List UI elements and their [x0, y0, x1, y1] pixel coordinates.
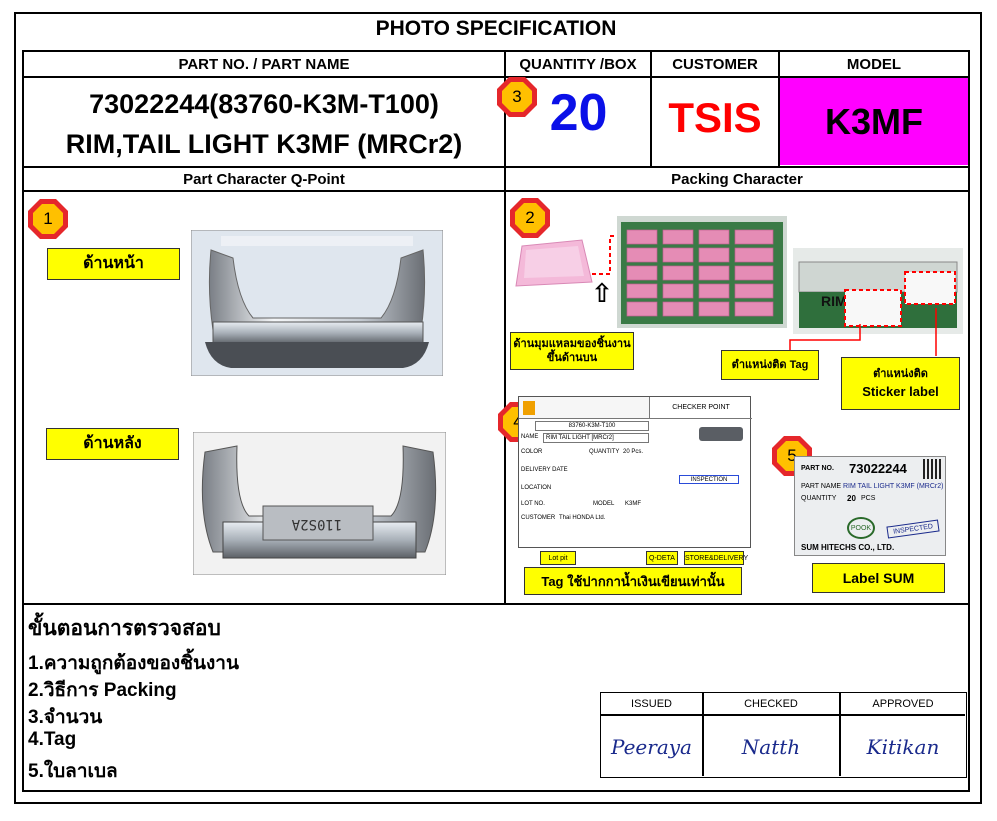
model-header: MODEL [846, 56, 902, 73]
sum-part-name-label: PART NAME [801, 483, 842, 490]
marker-2-label: 2 [515, 203, 545, 233]
tag-customer-label: CUSTOMER [521, 515, 556, 521]
label-tag-note: Tag ใช้ปากกาน้ำเงินเขียนเท่านั้น [524, 567, 742, 595]
part-name: RIM,TAIL LIGHT K3MF (MRCr2) [65, 129, 463, 159]
document-title: PHOTO SPECIFICATION [375, 17, 617, 40]
company-logo-icon [523, 401, 535, 415]
quantity-header: QUANTITY /BOX [519, 56, 637, 73]
sum-part-no: 73022244 [849, 461, 907, 476]
label-back: ด้านหลัง [46, 428, 179, 460]
tag-delivery-label: DELIVERY DATE [521, 467, 568, 473]
label-sticker-position: ตำแหน่งติด Sticker label [841, 357, 960, 410]
label-front: ด้านหน้า [47, 248, 180, 280]
grid-line [22, 190, 970, 192]
step-2: 2.วิธีการ Packing [28, 680, 177, 701]
sum-pcs: PCS [861, 495, 876, 502]
tag-name-label: NAME [521, 434, 539, 440]
tag-inspection: INSPECTION [679, 475, 739, 484]
part-back-photo: 110S2A [193, 432, 446, 575]
sum-quantity: 20 [847, 494, 856, 503]
label-tag-position: ตำแหน่งติด Tag [721, 350, 819, 380]
signature-approved: Kitikan [866, 735, 940, 759]
tag-name: RIM TAIL LIGHT [MRCr2] [543, 433, 649, 443]
label-sum: Label SUM [812, 563, 945, 593]
marker-1-label: 1 [33, 204, 63, 234]
signoff-approved-header: APPROVED [872, 698, 934, 710]
tag-quantity-label: QUANTITY [589, 449, 620, 455]
model-value: K3MF [780, 78, 968, 165]
tag-color-label: COLOR [521, 449, 543, 455]
tag-card-header [519, 397, 649, 419]
step-5: 5.ใบลาเบล [28, 761, 118, 782]
qr-code-icon [923, 459, 943, 479]
tag-customer: Thai HONDA Ltd. [559, 515, 606, 521]
marker-3-label: 3 [502, 82, 532, 112]
signature-issued: Peeraya [611, 735, 692, 759]
tag-part-no: 83760-K3M-T100 [535, 421, 649, 431]
grid-line [22, 603, 970, 605]
sum-part-name: RIM TAIL LIGHT K3MF (MRCr2) [843, 483, 944, 490]
sum-pook-stamp: POOK [847, 517, 875, 539]
tag-checker-point: CHECKER POINT [649, 397, 752, 419]
label-corner-up: ด้านมุมแหลมของชิ้นงาน ขึ้นด้านบน [510, 332, 634, 370]
grid-line [22, 166, 970, 168]
svg-text:110S2A: 110S2A [291, 516, 342, 532]
sticker-position-text: ตำแหน่งติด [873, 368, 928, 380]
sum-footer: SUM HITECHS CO., LTD. [801, 543, 895, 552]
steps-title: ขั้นตอนการตรวจสอบ [28, 617, 221, 640]
signoff-issued-header: ISSUED [631, 698, 672, 710]
tag-store-delivery: STORE&DELIVERY [684, 551, 748, 565]
tag-part-thumbnail [699, 427, 743, 441]
customer-value: TSIS [668, 94, 762, 141]
arrow-up-icon: ⇧ [591, 278, 613, 308]
tag-quantity: 20 Pcs. [623, 449, 644, 455]
section-packing-character: Packing Character [671, 171, 803, 188]
part-info: 73022244(83760-K3M-T100) RIM,TAIL LIGHT … [24, 84, 504, 164]
marker-3-icon: 3 [497, 77, 537, 117]
tag-q-deta: Q-DETA [646, 551, 678, 565]
sticker-label-text: Sticker label [862, 384, 939, 399]
part-number: 73022244(83760-K3M-T100) [89, 89, 439, 119]
marker-2-icon: 2 [510, 198, 550, 238]
step-3: 3.จำนวน [28, 707, 103, 728]
grid-line [504, 50, 506, 604]
part-header: PART NO. / PART NAME [178, 56, 350, 73]
sum-quantity-label: QUANTITY [801, 495, 837, 502]
part-front-photo [191, 230, 443, 376]
tag-model-label: MODEL [593, 501, 615, 507]
tag-card: CHECKER POINT 83760-K3M-T100 NAME RIM TA… [518, 396, 752, 548]
tag-model: K3MF [625, 501, 642, 507]
marker-1-icon: 1 [28, 199, 68, 239]
sum-inspected-stamp: INSPECTED [886, 519, 940, 539]
tag-location-label: LOCATION [521, 485, 552, 491]
section-part-character: Part Character Q-Point [183, 171, 345, 188]
signoff-checked-header: CHECKED [744, 698, 798, 710]
signoff-table: ISSUED CHECKED APPROVED Peeraya Natth Ki… [600, 692, 967, 778]
tag-lot-pit: Lot pit [540, 551, 576, 565]
customer-header: CUSTOMER [672, 56, 758, 73]
step-1: 1.ความถูกต้องของชิ้นงาน [28, 653, 239, 674]
sum-label-card: PART NO. 73022244 PART NAME RIM TAIL LIG… [794, 456, 946, 556]
step-4: 4.Tag [28, 729, 77, 750]
sum-part-no-label: PART NO. [801, 465, 834, 472]
signature-checked: Natth [741, 735, 801, 759]
tag-lot-label: LOT NO. [521, 501, 545, 507]
